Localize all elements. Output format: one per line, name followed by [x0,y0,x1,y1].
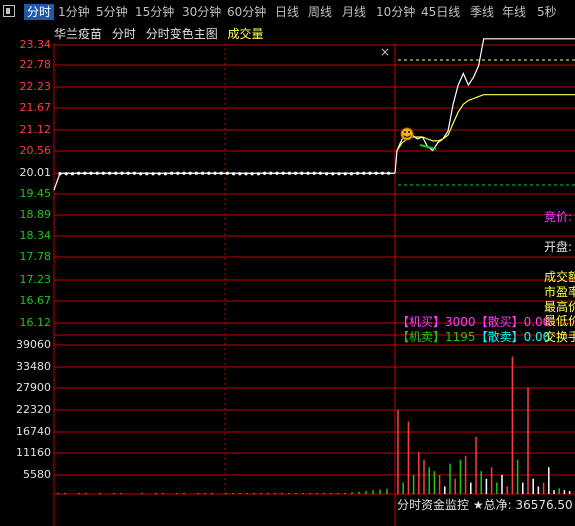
inst-sell-value: 1195 [445,330,476,344]
price-dot [300,171,304,175]
price-line-open [53,173,61,191]
price-dot [368,171,372,175]
price-dot [145,172,149,176]
fund-monitor-status: 分时资金监控 ★总净: 36576.50 ★ [397,498,575,512]
price-dot [275,171,279,175]
volume-tick-label: 22320 [16,403,51,416]
price-dot [294,171,298,175]
price-dot [374,171,378,175]
turnover-label: 成交额 [544,270,575,284]
price-dot [287,171,291,175]
legend-row-sell: 【机卖】1195【散卖】0.00 [397,330,550,344]
open-label: 开盘: [544,240,573,254]
intraday-chart[interactable] [0,0,575,526]
price-dot [256,172,260,176]
price-tick-label: 22.23 [19,80,52,93]
volume-tick-label: 11160 [16,446,51,459]
price-dot [349,172,353,176]
price-tick-label: 16.67 [19,294,52,307]
price-dot [238,172,242,176]
price-tick-label: 21.12 [19,123,52,136]
smiley-eye [404,131,406,133]
price-dot [207,171,211,175]
price-dot [219,171,223,175]
price-dot [225,171,229,175]
price-dot [306,171,310,175]
price-dot [70,172,74,176]
price-tick-label: 18.89 [19,208,52,221]
price-dot [139,172,143,176]
price-tick-label: 18.34 [19,229,52,242]
price-dot [244,172,248,176]
price-dot [132,171,136,175]
price-dot [163,172,167,176]
price-dot [269,171,273,175]
high-price-label: 最高价 [544,300,575,314]
price-dot [337,172,341,176]
price-dot [176,171,180,175]
inst-buy-value: 3000 [445,315,476,329]
price-dot [356,171,360,175]
inst-buy-tag: 【机买】 [397,315,446,329]
price-dot [170,171,174,175]
price-dot [151,172,155,176]
price-dot [318,171,322,175]
price-dot [95,171,99,175]
retail-buy-tag: 【散买】 [475,315,524,329]
price-dot [281,171,285,175]
volume-tick-label: 39060 [16,338,51,351]
price-tick-label: 17.78 [19,250,52,263]
price-dot [362,171,366,175]
price-tick-label: 19.45 [19,187,52,200]
price-dot [325,172,329,176]
price-dot [64,172,68,176]
price-tick-label: 21.67 [19,101,52,114]
price-dot [194,171,198,175]
pe-label: 市盈率 [544,285,575,299]
price-dot [387,171,391,175]
retail-sell-tag: 【散卖】 [475,330,524,344]
price-dot [108,171,112,175]
volume-tick-label: 33480 [16,360,51,373]
volume-tick-label: 16740 [16,425,51,438]
price-dot [126,171,130,175]
price-dot [201,171,205,175]
price-dot [232,172,236,176]
legend-row-buy: 【机买】3000【散买】0.00 [397,315,550,329]
price-tick-label: 20.56 [19,144,52,157]
price-tick-label: 22.78 [19,58,52,71]
price-dot [89,171,93,175]
price-tick-label: 23.34 [19,38,52,51]
price-dot [182,171,186,175]
bid-label: 竞价: [544,210,573,224]
retail-buy-value: 0.00 [523,315,551,329]
price-dot [213,171,217,175]
smiley-eye [408,131,410,133]
price-dot [263,171,267,175]
price-dot [114,171,118,175]
price-dot [343,172,347,176]
exchange-label: 交换手 [544,330,575,344]
price-dot [157,172,161,176]
price-dot [101,171,105,175]
inst-sell-tag: 【机卖】 [397,330,446,344]
avg-price-line [396,94,575,151]
price-dot [188,171,192,175]
price-dot [58,172,62,176]
price-dot [250,172,254,176]
volume-tick-label: 27900 [16,381,51,394]
down-segment [419,144,437,150]
price-dot [312,171,316,175]
price-dot [120,171,124,175]
price-dot [77,171,81,175]
price-tick-label: 20.01 [19,166,52,179]
price-dot [380,171,384,175]
price-dot [331,172,335,176]
price-tick-label: 16.12 [19,316,52,329]
smiley-marker-icon [400,127,414,141]
price-dot [83,171,87,175]
price-tick-label: 17.23 [19,273,52,286]
volume-tick-label: 5580 [23,468,51,481]
